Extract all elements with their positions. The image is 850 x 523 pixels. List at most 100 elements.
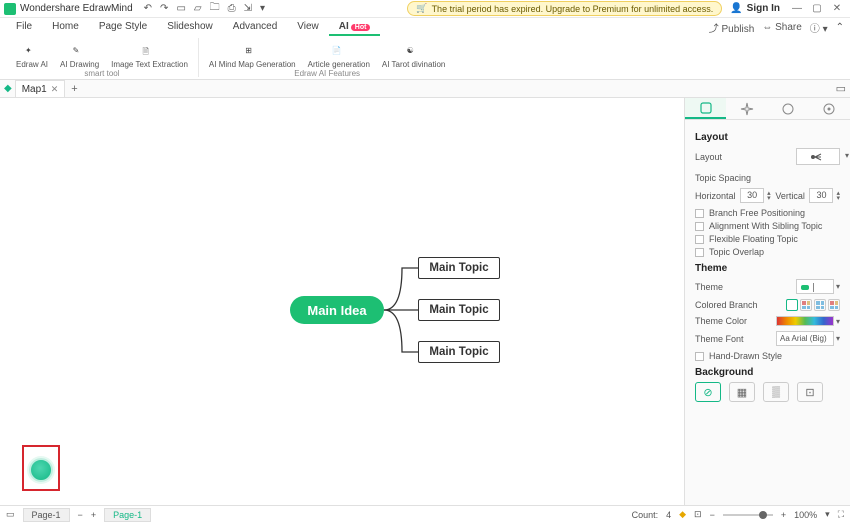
cb-option-4[interactable] [828,299,840,311]
colored-branch-options [786,299,840,311]
menu-pagestyle[interactable]: Page Style [89,19,157,36]
panel-tab-style[interactable] [726,98,767,119]
print-button[interactable]: ⎙ [225,1,239,16]
bg-option-none[interactable]: ⊘ [695,382,721,402]
ai-mindmap-button[interactable]: ⊞AI Mind Map Generation [203,46,302,69]
theme-select[interactable] [796,279,834,294]
save-button[interactable]: ▭ [173,1,188,16]
ai-drawing-button[interactable]: ✎AI Drawing [54,46,105,69]
minimize-button[interactable]: — [788,3,806,14]
fullscreen-button[interactable]: ⛶ [838,509,844,520]
image-text-extraction-button[interactable]: 🗎Image Text Extraction [105,46,194,69]
theme-label: Theme [695,282,723,292]
overlap-checkbox[interactable]: Topic Overlap [695,247,840,257]
add-page-button[interactable]: + [91,510,96,520]
theme-font-label: Theme Font [695,334,744,344]
tarot-icon: ☯ [407,46,421,60]
collapse-ribbon[interactable]: ⌃ [836,22,844,33]
h-stepper[interactable]: ▴▾ [767,191,771,201]
signin-button[interactable]: 👤 Sign In [730,3,780,14]
ribbon-group-label: smart tool [6,69,198,78]
theme-font-select[interactable]: Aa Arial (Big) [776,331,834,346]
ai-fab-button[interactable] [29,458,53,482]
alignment-checkbox[interactable]: Alignment With Sibling Topic [695,221,840,231]
checkbox-icon [695,352,704,361]
bg-option-pattern[interactable]: ⊡ [797,382,823,402]
user-icon: 👤 [730,3,742,14]
help-button[interactable]: ⓘ ▾ [810,20,828,35]
outline-icon[interactable]: ▭ [6,509,15,520]
menu-advanced[interactable]: Advanced [223,19,287,36]
document-tab[interactable]: Map1 ✕ [15,80,66,97]
app-logo [4,3,16,15]
bg-option-color[interactable]: ▦ [729,382,755,402]
more-button[interactable]: ▾ [257,1,268,16]
folder-button[interactable]: 🗀 [207,0,223,19]
active-page-tab[interactable]: Page-1 [104,508,151,522]
theme-color-select[interactable] [776,316,834,326]
outline-toggle[interactable]: ▭ [836,82,846,95]
topic-node[interactable]: Main Topic [418,299,500,321]
main-idea-node[interactable]: Main Idea [290,296,384,324]
topic-node[interactable]: Main Topic [418,341,500,363]
maximize-button[interactable]: ▢ [808,3,826,14]
fit-icon[interactable]: ⊡ [694,509,702,520]
app-title: Wondershare EdrawMind [20,3,133,14]
close-button[interactable]: ✕ [828,3,846,14]
v-stepper[interactable]: ▴▾ [836,191,840,201]
count-value: 4 [666,510,671,520]
article-generation-button[interactable]: 📄Article generation [302,46,376,69]
hand-drawn-checkbox[interactable]: Hand-Drawn Style [695,351,840,361]
floating-checkbox[interactable]: Flexible Floating Topic [695,234,840,244]
undo-button[interactable]: ↶ [141,1,155,16]
panel-tab-layout[interactable] [685,98,726,119]
checkbox-icon [695,235,704,244]
horizontal-spacing-input[interactable]: 30 [740,188,764,203]
branch-free-checkbox[interactable]: Branch Free Positioning [695,208,840,218]
add-tab-button[interactable]: + [65,83,83,95]
canvas[interactable]: Main Idea Main Topic Main Topic Main Top… [0,98,684,505]
article-icon: 📄 [332,46,346,60]
prev-page-button[interactable]: − [78,510,83,520]
share-button[interactable]: ⇔ Share [762,22,801,33]
ai-fab-highlight [22,445,60,491]
layout-icon [699,101,713,115]
share-label: Share [775,22,802,33]
colored-branch-label: Colored Branch [695,300,758,310]
open-button[interactable]: ▱ [191,1,205,16]
tarot-button[interactable]: ☯AI Tarot divination [376,46,451,69]
theme-section-title: Theme [695,263,840,274]
trial-text: The trial period has expired. Upgrade to… [432,4,714,14]
side-panel: Layout Layout ▾ Topic Spacing Horizontal… [684,98,850,505]
menu-view[interactable]: View [287,19,329,36]
theme-color-label: Theme Color [695,316,747,326]
ai-hot-badge: Hot [351,24,371,31]
vertical-spacing-input[interactable]: 30 [809,188,833,203]
export-button[interactable]: ⇲ [241,1,255,16]
zoom-slider[interactable] [723,514,773,516]
sparkle-icon [740,102,754,116]
topic-node[interactable]: Main Topic [418,257,500,279]
checkbox-icon [695,209,704,218]
menu-home[interactable]: Home [42,19,89,36]
layout-select[interactable]: ▾ [796,148,840,165]
zoom-dropdown[interactable]: ▾ [825,509,830,520]
page-tab[interactable]: Page-1 [23,508,70,522]
cb-option-1[interactable] [786,299,798,311]
trial-banner[interactable]: 🛒 The trial period has expired. Upgrade … [407,1,722,16]
bg-option-image[interactable]: ▒ [763,382,789,402]
signin-label: Sign In [747,3,780,14]
redo-button[interactable]: ↷ [157,1,171,16]
cb-option-2[interactable] [800,299,812,311]
panel-tab-info[interactable] [768,98,809,119]
menu-slideshow[interactable]: Slideshow [157,19,223,36]
menu-ai[interactable]: AIHot [329,19,381,36]
panel-tab-more[interactable] [809,98,850,119]
zoom-out-button[interactable]: − [710,510,715,520]
close-tab-button[interactable]: ✕ [51,84,59,95]
zoom-in-button[interactable]: + [781,510,786,520]
cb-option-3[interactable] [814,299,826,311]
edraw-ai-button[interactable]: ✦Edraw AI [10,46,54,69]
menu-file[interactable]: File [6,19,42,36]
publish-button[interactable]: ⤴ Publish [709,20,755,35]
